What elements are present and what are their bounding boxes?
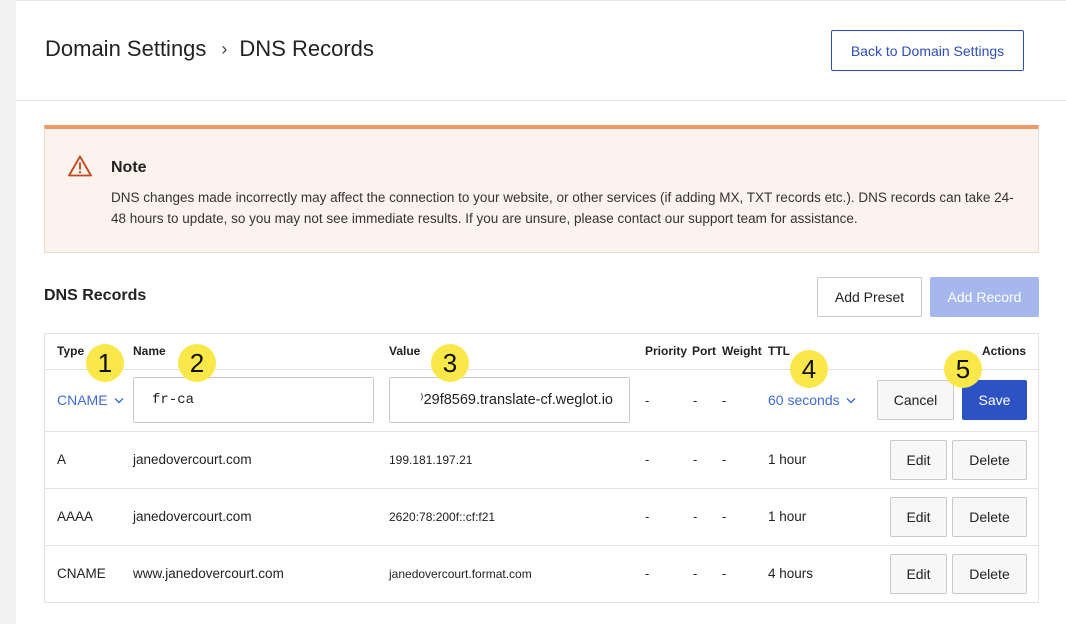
record-ttl: 1 hour <box>768 509 807 524</box>
delete-button[interactable]: Delete <box>952 440 1027 480</box>
record-priority: - <box>645 452 650 467</box>
col-ttl: TTL <box>768 344 790 358</box>
col-name: Name <box>133 344 166 358</box>
col-value: Value <box>389 344 421 358</box>
page-header: Domain Settings › DNS Records Back to Do… <box>16 0 1066 101</box>
note-banner: Note DNS changes made incorrectly may af… <box>44 125 1039 253</box>
warning-triangle-icon <box>68 155 92 177</box>
back-to-domain-settings-button[interactable]: Back to Domain Settings <box>831 30 1024 71</box>
breadcrumb-parent[interactable]: Domain Settings <box>45 36 206 62</box>
record-value: 2620:78:200f::cf:f21 <box>389 510 496 524</box>
col-type: Type <box>57 344 85 358</box>
col-weight: Weight <box>722 344 762 358</box>
record-name: www.janedovercourt.com <box>133 566 284 581</box>
table-row: AAAA janedovercourt.com 2620:78:200f::cf… <box>45 489 1038 546</box>
callout-badge-1: 1 <box>86 344 124 382</box>
col-priority: Priority <box>645 344 688 358</box>
chevron-down-icon <box>114 397 124 403</box>
type-select-value: CNAME <box>57 392 108 408</box>
record-value: 199.181.197.21 <box>389 453 473 467</box>
record-weight: - <box>722 509 727 524</box>
name-input[interactable]: fr-ca <box>133 377 374 423</box>
callout-badge-4: 4 <box>790 350 828 388</box>
edit-button[interactable]: Edit <box>890 554 947 594</box>
record-type: A <box>57 452 67 467</box>
port-value: - <box>693 393 698 408</box>
callout-badge-2: 2 <box>178 344 216 382</box>
breadcrumb-separator: › <box>221 38 228 59</box>
note-text: DNS changes made incorrectly may affect … <box>111 190 1014 226</box>
dns-records-title: DNS Records <box>44 287 147 304</box>
note-title: Note <box>111 159 147 176</box>
breadcrumb: Domain Settings › DNS Records <box>45 36 374 62</box>
save-button[interactable]: Save <box>962 380 1027 420</box>
record-port: - <box>693 566 698 581</box>
record-ttl: 4 hours <box>768 566 814 581</box>
weight-value: - <box>722 393 727 408</box>
type-select[interactable]: CNAME <box>57 392 124 408</box>
value-input[interactable]: ⁾29f8569.translate-cf.weglot.io <box>389 377 630 423</box>
cancel-button[interactable]: Cancel <box>877 380 954 420</box>
priority-value: - <box>645 393 650 408</box>
ttl-select-value: 60 seconds <box>768 392 840 408</box>
delete-button[interactable]: Delete <box>952 497 1027 537</box>
record-weight: - <box>722 452 727 467</box>
record-priority: - <box>645 566 650 581</box>
chevron-down-icon <box>846 397 856 403</box>
col-port: Port <box>692 344 716 358</box>
record-type: AAAA <box>57 509 94 524</box>
record-weight: - <box>722 566 727 581</box>
record-name: janedovercourt.com <box>133 509 252 524</box>
record-ttl: 1 hour <box>768 452 807 467</box>
add-preset-button[interactable]: Add Preset <box>817 277 922 317</box>
edit-button[interactable]: Edit <box>890 497 947 537</box>
record-name: janedovercourt.com <box>133 452 252 467</box>
table-row: CNAME www.janedovercourt.com janedoverco… <box>45 546 1038 603</box>
record-value: janedovercourt.format.com <box>389 567 532 581</box>
edit-button[interactable]: Edit <box>890 440 947 480</box>
col-actions: Actions <box>982 344 1027 358</box>
ttl-select[interactable]: 60 seconds <box>768 392 856 408</box>
add-record-button[interactable]: Add Record <box>930 277 1039 317</box>
record-priority: - <box>645 509 650 524</box>
delete-button[interactable]: Delete <box>952 554 1027 594</box>
record-port: - <box>693 452 698 467</box>
callout-badge-5: 5 <box>944 350 982 388</box>
callout-badge-3: 3 <box>431 344 469 382</box>
table-row: A janedovercourt.com 199.181.197.21 - - … <box>45 432 1038 489</box>
record-port: - <box>693 509 698 524</box>
breadcrumb-current: DNS Records <box>239 36 374 61</box>
left-sidebar-strip <box>0 0 16 624</box>
record-type: CNAME <box>57 566 106 581</box>
